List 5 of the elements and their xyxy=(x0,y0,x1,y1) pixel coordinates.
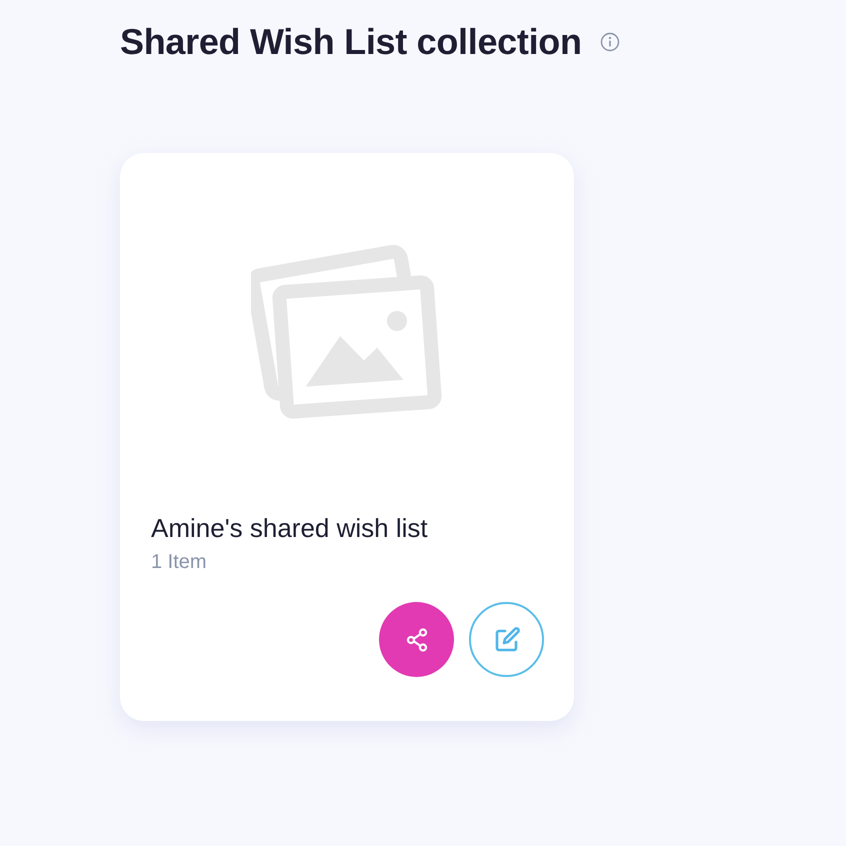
page-title: Shared Wish List collection xyxy=(120,20,582,64)
wishlist-name: Amine's shared wish list xyxy=(151,512,429,545)
wishlist-card[interactable]: Amine's shared wish list 1 Item xyxy=(120,153,574,721)
item-count: 1 Item xyxy=(151,551,208,574)
info-icon[interactable] xyxy=(600,32,620,52)
